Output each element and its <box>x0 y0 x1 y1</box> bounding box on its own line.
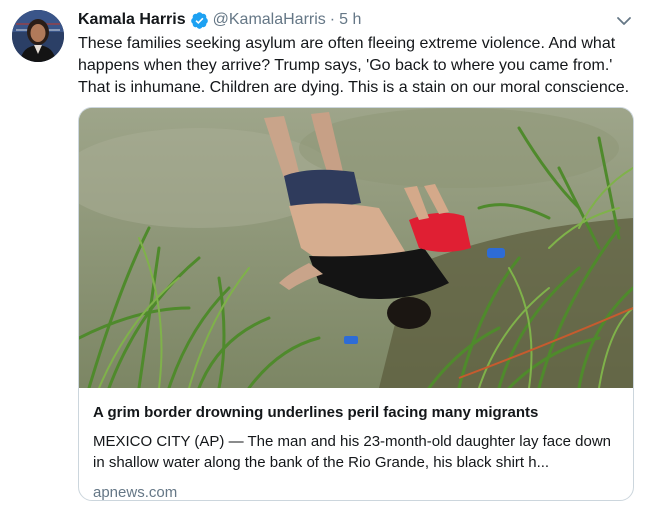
tweet-header: Kamala Harris @KamalaHarris · 5 h <box>78 9 361 31</box>
avatar[interactable] <box>12 10 64 62</box>
tweet-text: These families seeking asylum are often … <box>78 35 630 96</box>
link-card[interactable]: A grim border drowning underlines peril … <box>78 107 634 501</box>
chevron-down-icon[interactable] <box>615 12 633 30</box>
author-handle[interactable]: @KamalaHarris <box>213 11 326 29</box>
card-body: A grim border drowning underlines peril … <box>79 388 633 500</box>
card-image <box>79 108 633 388</box>
author-name[interactable]: Kamala Harris <box>78 11 186 29</box>
separator-dot: · <box>329 11 336 28</box>
tweet[interactable]: Kamala Harris @KamalaHarris · 5 h These … <box>0 0 647 521</box>
card-title[interactable]: A grim border drowning underlines peril … <box>93 403 619 423</box>
card-description: MEXICO CITY (AP) — The man and his 23-mo… <box>93 433 612 471</box>
avatar-image <box>12 10 64 62</box>
verified-badge-icon <box>190 11 209 30</box>
tweet-timestamp[interactable]: 5 h <box>339 11 361 29</box>
card-domain[interactable]: apnews.com <box>93 483 619 500</box>
